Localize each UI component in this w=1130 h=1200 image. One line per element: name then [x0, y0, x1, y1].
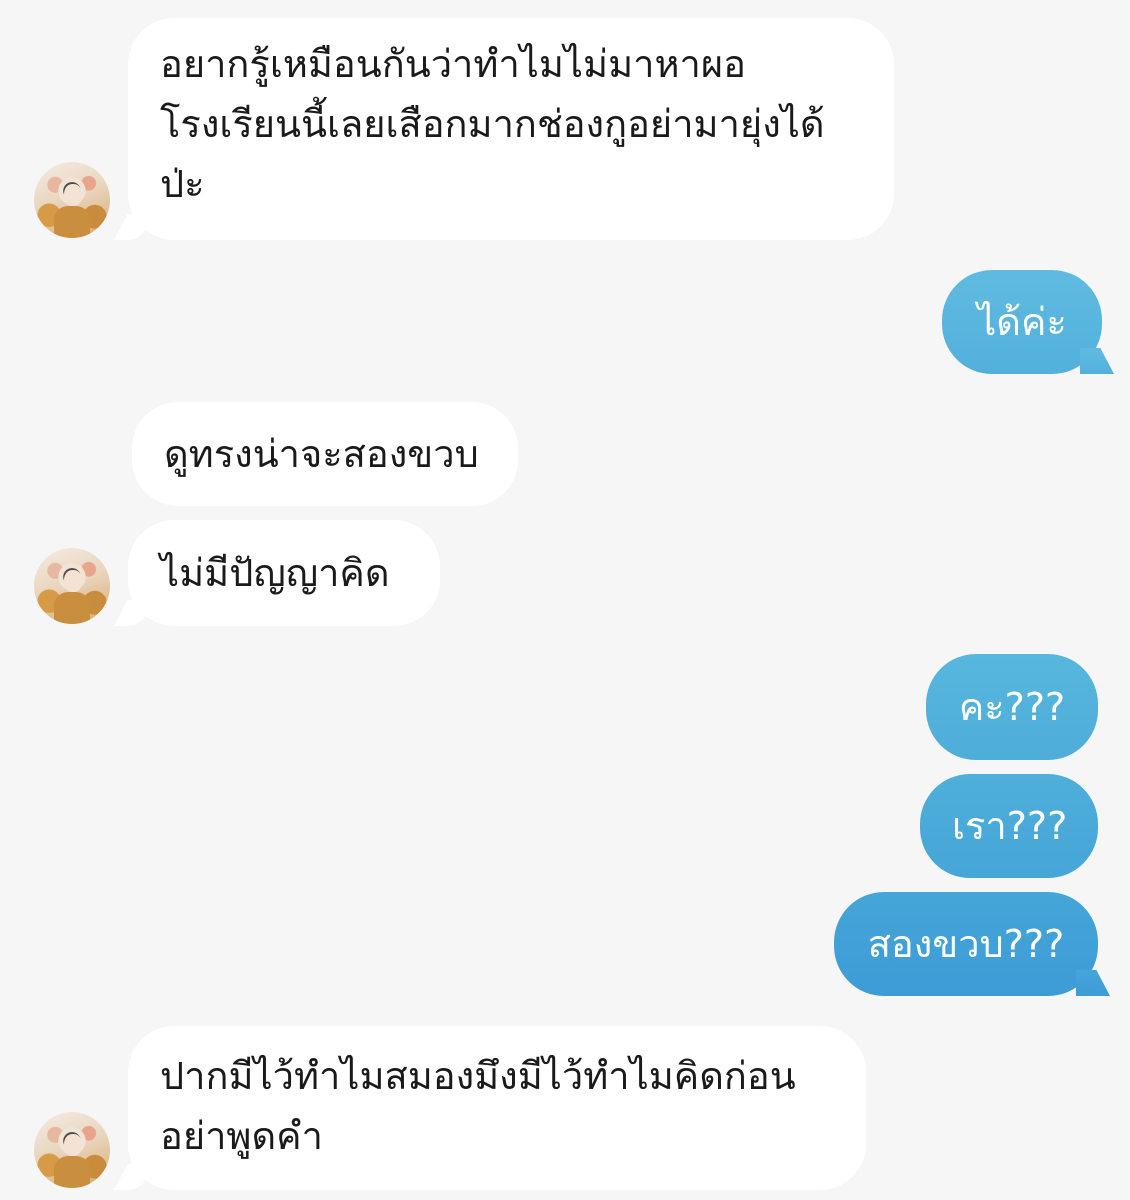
contact-avatar[interactable] [34, 162, 110, 238]
incoming-message-bubble[interactable]: ไม่มีปัญญาคิด [128, 520, 440, 626]
contact-avatar[interactable] [34, 548, 110, 624]
outgoing-message-bubble[interactable]: สองขวบ??? [834, 892, 1098, 996]
outgoing-message-bubble[interactable]: เรา??? [920, 774, 1098, 878]
chat-thread: อยากรู้เหมือนกันว่าทำไมไม่มาหาผอ โรงเรีย… [0, 0, 1130, 1200]
incoming-message-bubble[interactable]: ปากมีไว้ทำไมสมองมึงมีไว้ทำไมคิดก่อน อย่า… [128, 1026, 866, 1190]
incoming-message-bubble[interactable]: ดูทรงน่าจะสองขวบ [132, 402, 518, 506]
incoming-message-bubble[interactable]: อยากรู้เหมือนกันว่าทำไมไม่มาหาผอ โรงเรีย… [128, 18, 894, 240]
outgoing-message-bubble[interactable]: ได้ค่ะ [942, 270, 1102, 374]
outgoing-message-bubble[interactable]: คะ??? [926, 654, 1098, 760]
contact-avatar[interactable] [34, 1112, 110, 1188]
